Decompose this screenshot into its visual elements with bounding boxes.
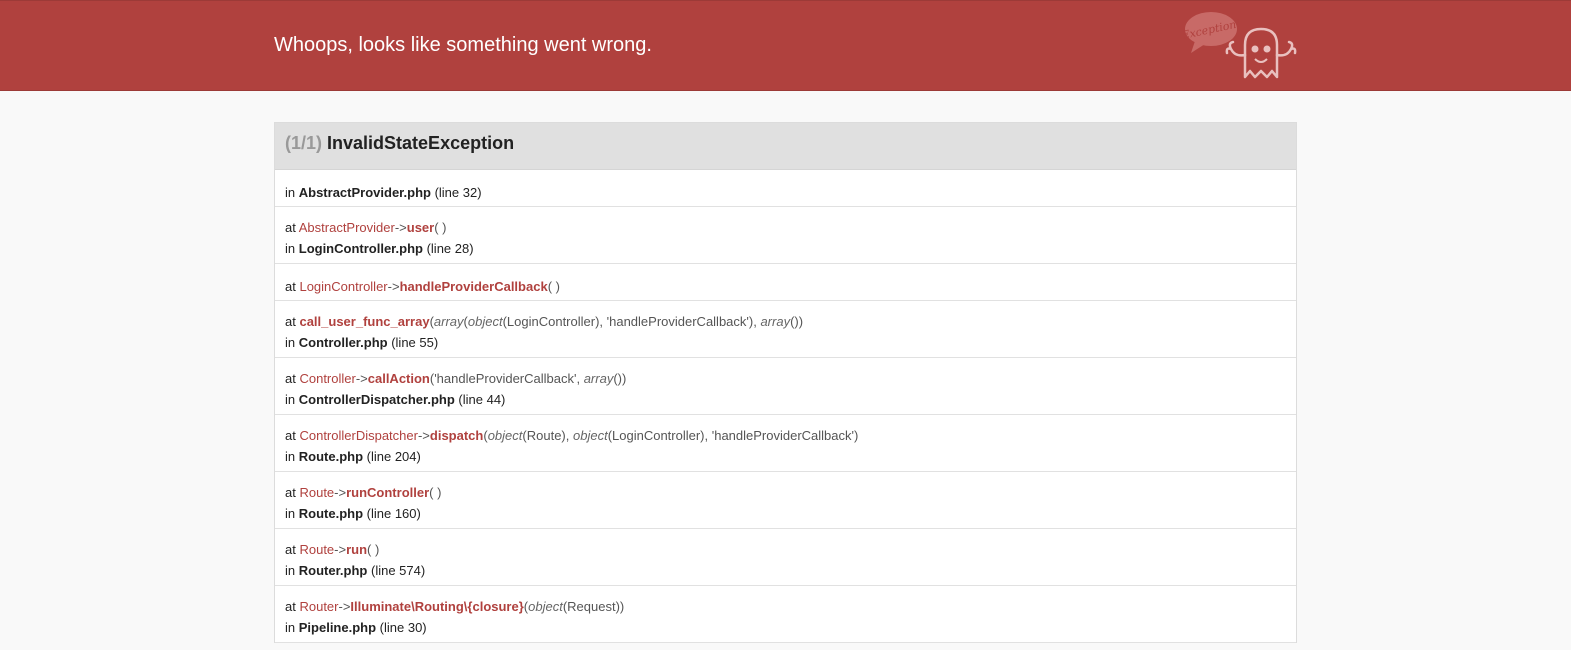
trace-class: AbstractProvider — [298, 220, 395, 235]
trace-at-label: at — [285, 220, 296, 235]
trace-at-label: at — [285, 314, 296, 329]
trace-in-label: in — [285, 563, 296, 578]
trace-row: at ControllerDispatcher->dispatch(object… — [275, 415, 1296, 472]
error-header: Whoops, looks like something went wrong.… — [0, 0, 1571, 91]
trace-at-label: at — [285, 542, 296, 557]
trace-args: (object(Route), object(LoginController),… — [483, 428, 859, 443]
trace-in-label: in — [285, 506, 296, 521]
trace-line: (line 28) — [426, 241, 474, 256]
trace-class: LoginController — [299, 279, 388, 294]
trace-arrow: -> — [394, 220, 407, 235]
trace-args: ( ) — [429, 485, 442, 500]
exception-counter: (1/1) — [285, 133, 323, 153]
trace-line: (line 55) — [391, 335, 439, 350]
trace-in-label: in — [285, 449, 296, 464]
trace-file: ControllerDispatcher.php — [298, 392, 455, 407]
trace-row: at Route->runController( ) in Route.php (… — [275, 472, 1296, 529]
trace-class: Router — [299, 599, 339, 614]
trace-arrow: -> — [387, 279, 400, 294]
trace-file: Route.php — [298, 506, 364, 521]
exception-title: (1/1) InvalidStateException — [275, 123, 1296, 170]
trace-line: (line 44) — [458, 392, 506, 407]
trace-file: Router.php — [298, 563, 368, 578]
trace-args: ( ) — [547, 279, 560, 294]
trace-in-label: in — [285, 335, 296, 350]
trace-function: dispatch — [429, 428, 484, 443]
trace-arrow: -> — [355, 371, 368, 386]
trace-class: ControllerDispatcher — [299, 428, 418, 443]
trace-row: at call_user_func_array(array(object(Log… — [275, 301, 1296, 358]
trace-args: (array(object(LoginController), 'handleP… — [429, 314, 804, 329]
trace-file: Pipeline.php — [298, 620, 377, 635]
trace-file: LoginController.php — [298, 241, 423, 256]
trace-function: call_user_func_array — [299, 314, 430, 329]
trace-function: run — [346, 542, 368, 557]
trace-arrow: -> — [334, 485, 347, 500]
trace-at-label: at — [285, 485, 296, 500]
trace-function: callAction — [367, 371, 430, 386]
trace-class: Route — [299, 542, 335, 557]
trace-row: at Controller->callAction('handleProvide… — [275, 358, 1296, 415]
trace-at-label: at — [285, 279, 296, 294]
trace-at-label: at — [285, 371, 296, 386]
trace-file: Route.php — [298, 449, 364, 464]
page-title: Whoops, looks like something went wrong. — [274, 34, 652, 56]
trace-arrow: -> — [334, 542, 347, 557]
trace-line: (line 160) — [366, 506, 421, 521]
ghost-icon: Exception! — [1183, 12, 1297, 79]
trace-row: at Router->Illuminate\Routing\{closure}(… — [275, 586, 1296, 643]
trace-in-label: in — [285, 620, 296, 635]
trace-arrow: -> — [338, 599, 351, 614]
trace-file: Controller.php — [298, 335, 388, 350]
trace-args: (object(Request)) — [523, 599, 625, 614]
trace-file: AbstractProvider.php — [298, 185, 431, 200]
trace-row: at Route->run( ) in Router.php (line 574) — [275, 529, 1296, 586]
trace-line: (line 30) — [379, 620, 427, 635]
trace-args: ( ) — [434, 220, 447, 235]
trace-in-label: in — [285, 241, 296, 256]
trace-origin: in AbstractProvider.php (line 32) — [275, 170, 1296, 207]
trace-line: (line 574) — [370, 563, 426, 578]
exception-panel: (1/1) InvalidStateException in AbstractP… — [274, 122, 1297, 643]
exception-name: InvalidStateException — [327, 133, 515, 153]
trace-at-label: at — [285, 599, 296, 614]
trace-line: (line 204) — [366, 449, 421, 464]
trace-function: Illuminate\Routing\{closure} — [350, 599, 524, 614]
trace-arrow: -> — [417, 428, 430, 443]
trace-in-label: in — [285, 392, 296, 407]
trace-at-label: at — [285, 428, 296, 443]
trace-class: Controller — [299, 371, 356, 386]
trace-args: ('handleProviderCallback', array()) — [429, 371, 627, 386]
trace-function: user — [406, 220, 435, 235]
trace-class: Route — [299, 485, 335, 500]
trace-function: runController — [346, 485, 430, 500]
trace-row: at LoginController->handleProviderCallba… — [275, 264, 1296, 301]
trace-line: (line 32) — [434, 185, 482, 200]
trace-args: ( ) — [367, 542, 380, 557]
trace-function: handleProviderCallback — [399, 279, 548, 294]
trace-row: at AbstractProvider->user( ) in LoginCont… — [275, 207, 1296, 264]
